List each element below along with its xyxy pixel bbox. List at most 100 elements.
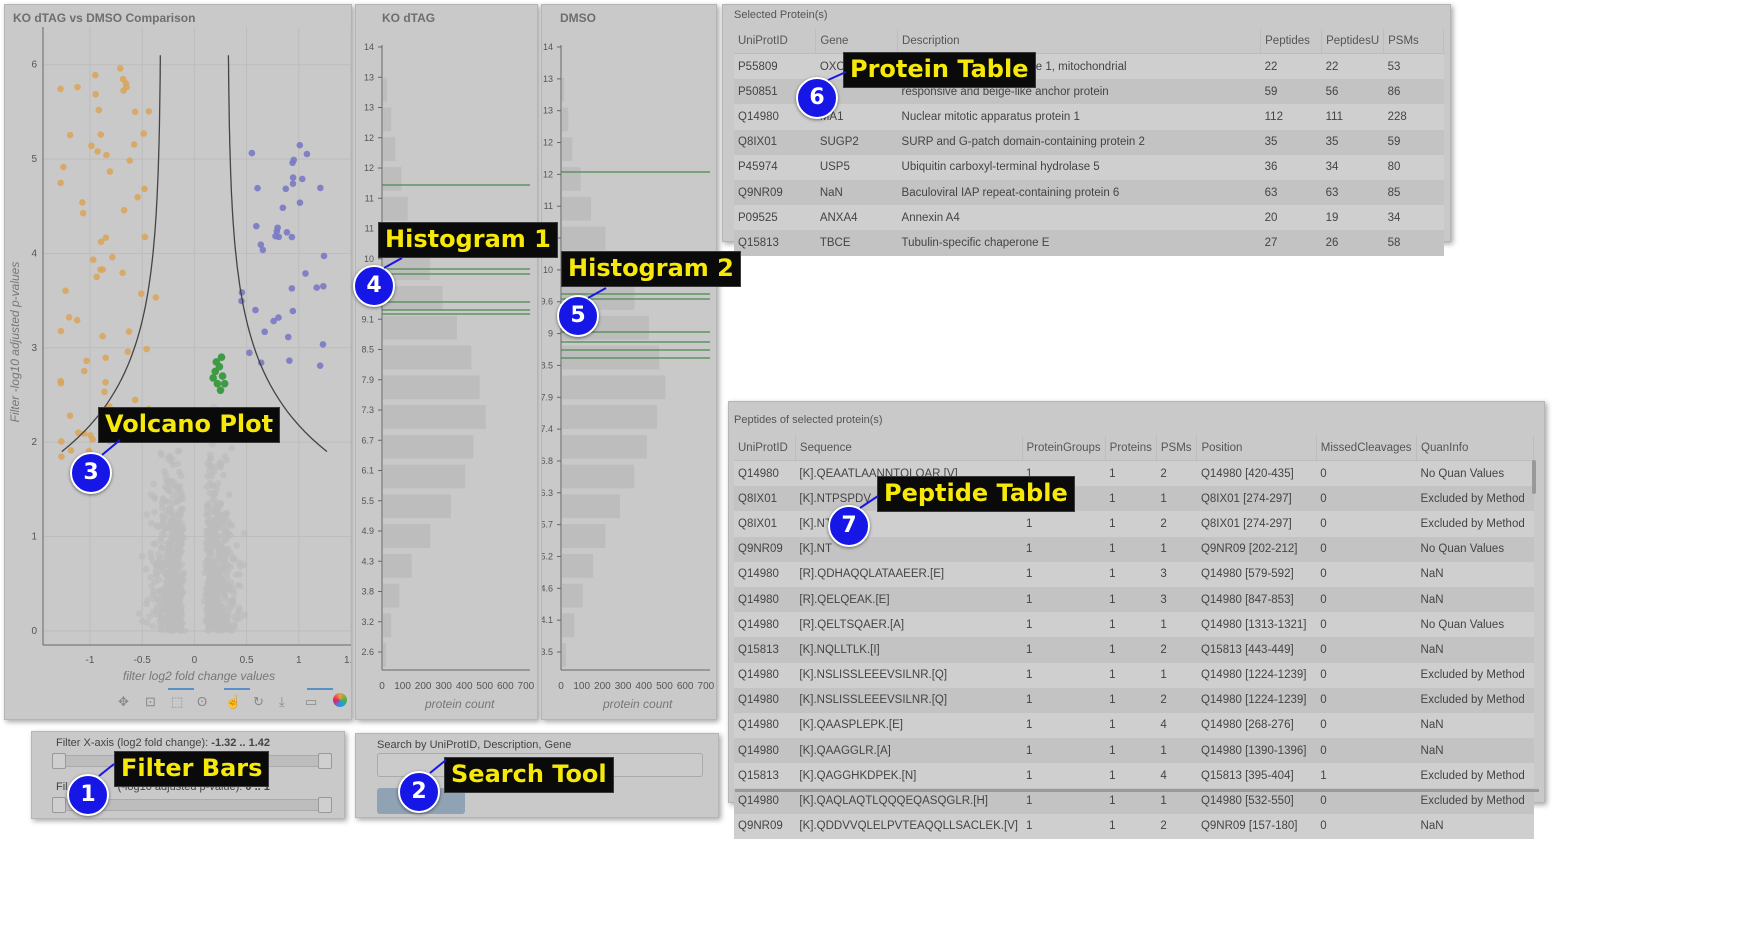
data-point (73, 316, 81, 324)
data-point (152, 294, 160, 301)
protein-table-cell-peptidesu: 26 (1321, 230, 1384, 256)
peptide-table-header-uniprotid[interactable]: UniProtID (734, 436, 796, 461)
table-row[interactable]: P50851 responsive and beige-like anchor p… (734, 79, 1444, 105)
protein-table-header-peptides[interactable]: Peptides (1260, 29, 1323, 54)
table-row[interactable]: Q14980 [K].QAQLAQTLQQQEQASQGLR.[H] 1 1 1 Q149… (734, 788, 1534, 814)
peptide-table-cell-psms: 2 (1156, 813, 1197, 839)
hover-tool-icon[interactable]: ▭ (305, 694, 317, 710)
tap-tool-icon[interactable]: ☝ (225, 694, 241, 710)
y-tick-label: 14 (543, 42, 553, 52)
table-row[interactable]: Q15813 TBCE Tubulin-specific chaperone E 27… (734, 230, 1444, 256)
protein-table-header-psms[interactable]: PSMs (1383, 29, 1444, 54)
table-row[interactable]: Q15813 [K].QAGGHKDPEK.[N] 1 1 4 Q15813 [395-4… (734, 763, 1534, 789)
x-tick-label: 700 (698, 681, 715, 692)
box-select-tool-icon[interactable]: ⬚ (171, 694, 183, 710)
data-point (233, 542, 240, 549)
peptide-table-cell-proteins: 1 (1105, 561, 1157, 587)
peptide-table-cell-missedcleavages: 0 (1316, 637, 1417, 663)
peptide-table-cell-sequence: [K].NT (795, 536, 1023, 562)
peptide-table-header-proteingroups[interactable]: ProteinGroups (1022, 436, 1106, 461)
table-row[interactable]: Q14980 [R].QELTSQAER.[A] 1 1 1 Q14980 [1313-1… (734, 612, 1534, 638)
table-row[interactable]: Q14980 [K].QAAGGLR.[A] 1 1 1 Q14980 [1390-139… (734, 738, 1534, 764)
data-point (213, 544, 220, 551)
x-tick-label: 0.5 (240, 655, 254, 666)
peptide-table-cell-uniprotid: Q14980 (734, 712, 796, 739)
peptide-table-cell-proteins: 1 (1105, 536, 1157, 562)
pan-tool-icon[interactable]: ✥ (118, 694, 129, 710)
x-tick-label: 200 (594, 681, 611, 692)
protein-table-header-peptidesu[interactable]: PeptidesU (1321, 29, 1385, 54)
peptide-table-cell-quaninfo: Excluded by Method (1416, 486, 1534, 512)
data-point (141, 233, 149, 241)
data-point (253, 222, 260, 230)
filter-y-slider-max-handle[interactable] (318, 797, 332, 813)
protein-table-header-gene[interactable]: Gene (815, 29, 899, 54)
data-point (261, 328, 268, 336)
data-point (209, 622, 217, 629)
data-point (97, 238, 105, 246)
peptide-table-header-psms[interactable]: PSMs (1156, 436, 1198, 461)
filter-y-slider-min-handle[interactable] (52, 797, 66, 813)
data-point (171, 527, 179, 535)
data-point (296, 141, 304, 149)
peptide-table-cell-uniprotid: Q8IX01 (734, 486, 796, 512)
data-point (206, 456, 214, 464)
data-point (151, 508, 158, 516)
data-point (79, 209, 87, 217)
data-point (204, 518, 211, 525)
lasso-tool-icon[interactable]: ʘ (197, 694, 207, 709)
histogram-1-chart[interactable]: 1413131212111110109.18.57.97.36.76.15.54… (356, 5, 537, 719)
table-row[interactable]: Q14980 [K].QAASPLEPK.[E] 1 1 4 Q14980 [268-27… (734, 712, 1534, 739)
peptide-table-vertical-scrollbar[interactable] (1532, 460, 1536, 494)
table-row[interactable]: Q14980 [K].QEAATLAANNTQLQAR.[V] 1 1 2 Q14980 … (734, 460, 1534, 487)
y-tick-label: 8.5 (542, 360, 553, 370)
y-tick-label: 12 (364, 133, 374, 143)
peptide-table-header-missedcleavages[interactable]: MissedCleavages (1316, 436, 1418, 461)
data-point (109, 253, 116, 261)
table-row[interactable]: Q9NR09 NaN Baculoviral IAP repeat-containi… (734, 179, 1444, 206)
protein-table-header-description[interactable]: Description (897, 29, 1262, 54)
table-row[interactable]: Q14980 [K].NSLISSLEEEVSILNR.[Q] 1 1 2 Q14980 … (734, 687, 1534, 713)
data-point (289, 180, 297, 188)
reset-tool-icon[interactable]: ↻ (253, 694, 264, 710)
data-point (220, 471, 227, 479)
y-tick-label: 3 (31, 343, 37, 354)
table-row[interactable]: Q8IX01 SUGP2 SURP and G-patch domain-conta… (734, 129, 1444, 155)
data-point (259, 246, 267, 254)
save-tool-icon[interactable]: ⤓ (279, 694, 285, 710)
data-point (175, 484, 183, 492)
table-row[interactable]: P09525 ANXA4 Annexin A4 20 19 34 (734, 205, 1444, 231)
protein-table-header-uniprotid[interactable]: UniProtID (734, 29, 817, 54)
volcano-plot[interactable]: -1 -0.5 0 0.5 1 1.5 0 1 2 3 4 5 6 (5, 5, 351, 719)
data-point (65, 313, 73, 321)
data-point (211, 587, 219, 595)
data-point (88, 142, 95, 150)
peptide-table-header-proteins[interactable]: Proteins (1105, 436, 1157, 461)
peptide-table-horizontal-scrollbar[interactable] (735, 789, 1539, 792)
data-point (102, 354, 109, 362)
table-row[interactable]: Q14980 MA1 Nuclear mitotic apparatus prote… (734, 104, 1444, 130)
table-row[interactable]: Q14980 [R].QELQEAK.[E] 1 1 3 Q14980 [847-853]… (734, 586, 1534, 613)
table-row[interactable]: Q14980 [R].QDHAQQLATAAEER.[E] 1 1 3 Q14980 [5… (734, 561, 1534, 587)
table-row[interactable]: Q9NR09 [K].QDDVVQLELPVTEAQQLLSACLEK.[V] 1 1… (734, 813, 1534, 839)
data-point (216, 605, 223, 613)
data-point (207, 463, 215, 471)
data-point (215, 533, 223, 540)
y-tick-label: 12 (543, 169, 553, 179)
histogram-2-chart[interactable]: 14131312121110109.698.57.97.46.86.35.75.… (542, 5, 716, 719)
table-row[interactable]: P55809OXCcid coenzyme A transferase 1, m… (734, 53, 1444, 80)
filter-x-slider-max-handle[interactable] (318, 753, 332, 769)
table-row[interactable]: Q14980 [K].NSLISSLEEEVSILNR.[Q] 1 1 1 Q14980 … (734, 662, 1534, 688)
peptide-table-header-position[interactable]: Position (1196, 436, 1317, 461)
x-tick-label: 200 (415, 681, 432, 692)
filter-x-slider-min-handle[interactable] (52, 753, 66, 769)
table-row[interactable]: Q15813 [K].NQLLTLK.[I] 1 1 2 Q15813 [443-449]… (734, 637, 1534, 663)
peptide-table-cell-missedcleavages: 0 (1316, 511, 1417, 537)
peptide-table-header-sequence[interactable]: Sequence (795, 436, 1023, 461)
table-row[interactable]: P45974 USP5 Ubiquitin carboxyl-terminal hy… (734, 154, 1444, 180)
data-point (119, 269, 126, 277)
box-zoom-tool-icon[interactable]: ⊡ (145, 694, 156, 710)
volcano-plot-panel: KO dTAG vs DMSO Comparison -1-0.500.511.… (4, 4, 352, 720)
peptide-table-header-quaninfo[interactable]: QuanInfo (1416, 436, 1534, 461)
protein-table-cell-psms: 80 (1383, 154, 1444, 180)
